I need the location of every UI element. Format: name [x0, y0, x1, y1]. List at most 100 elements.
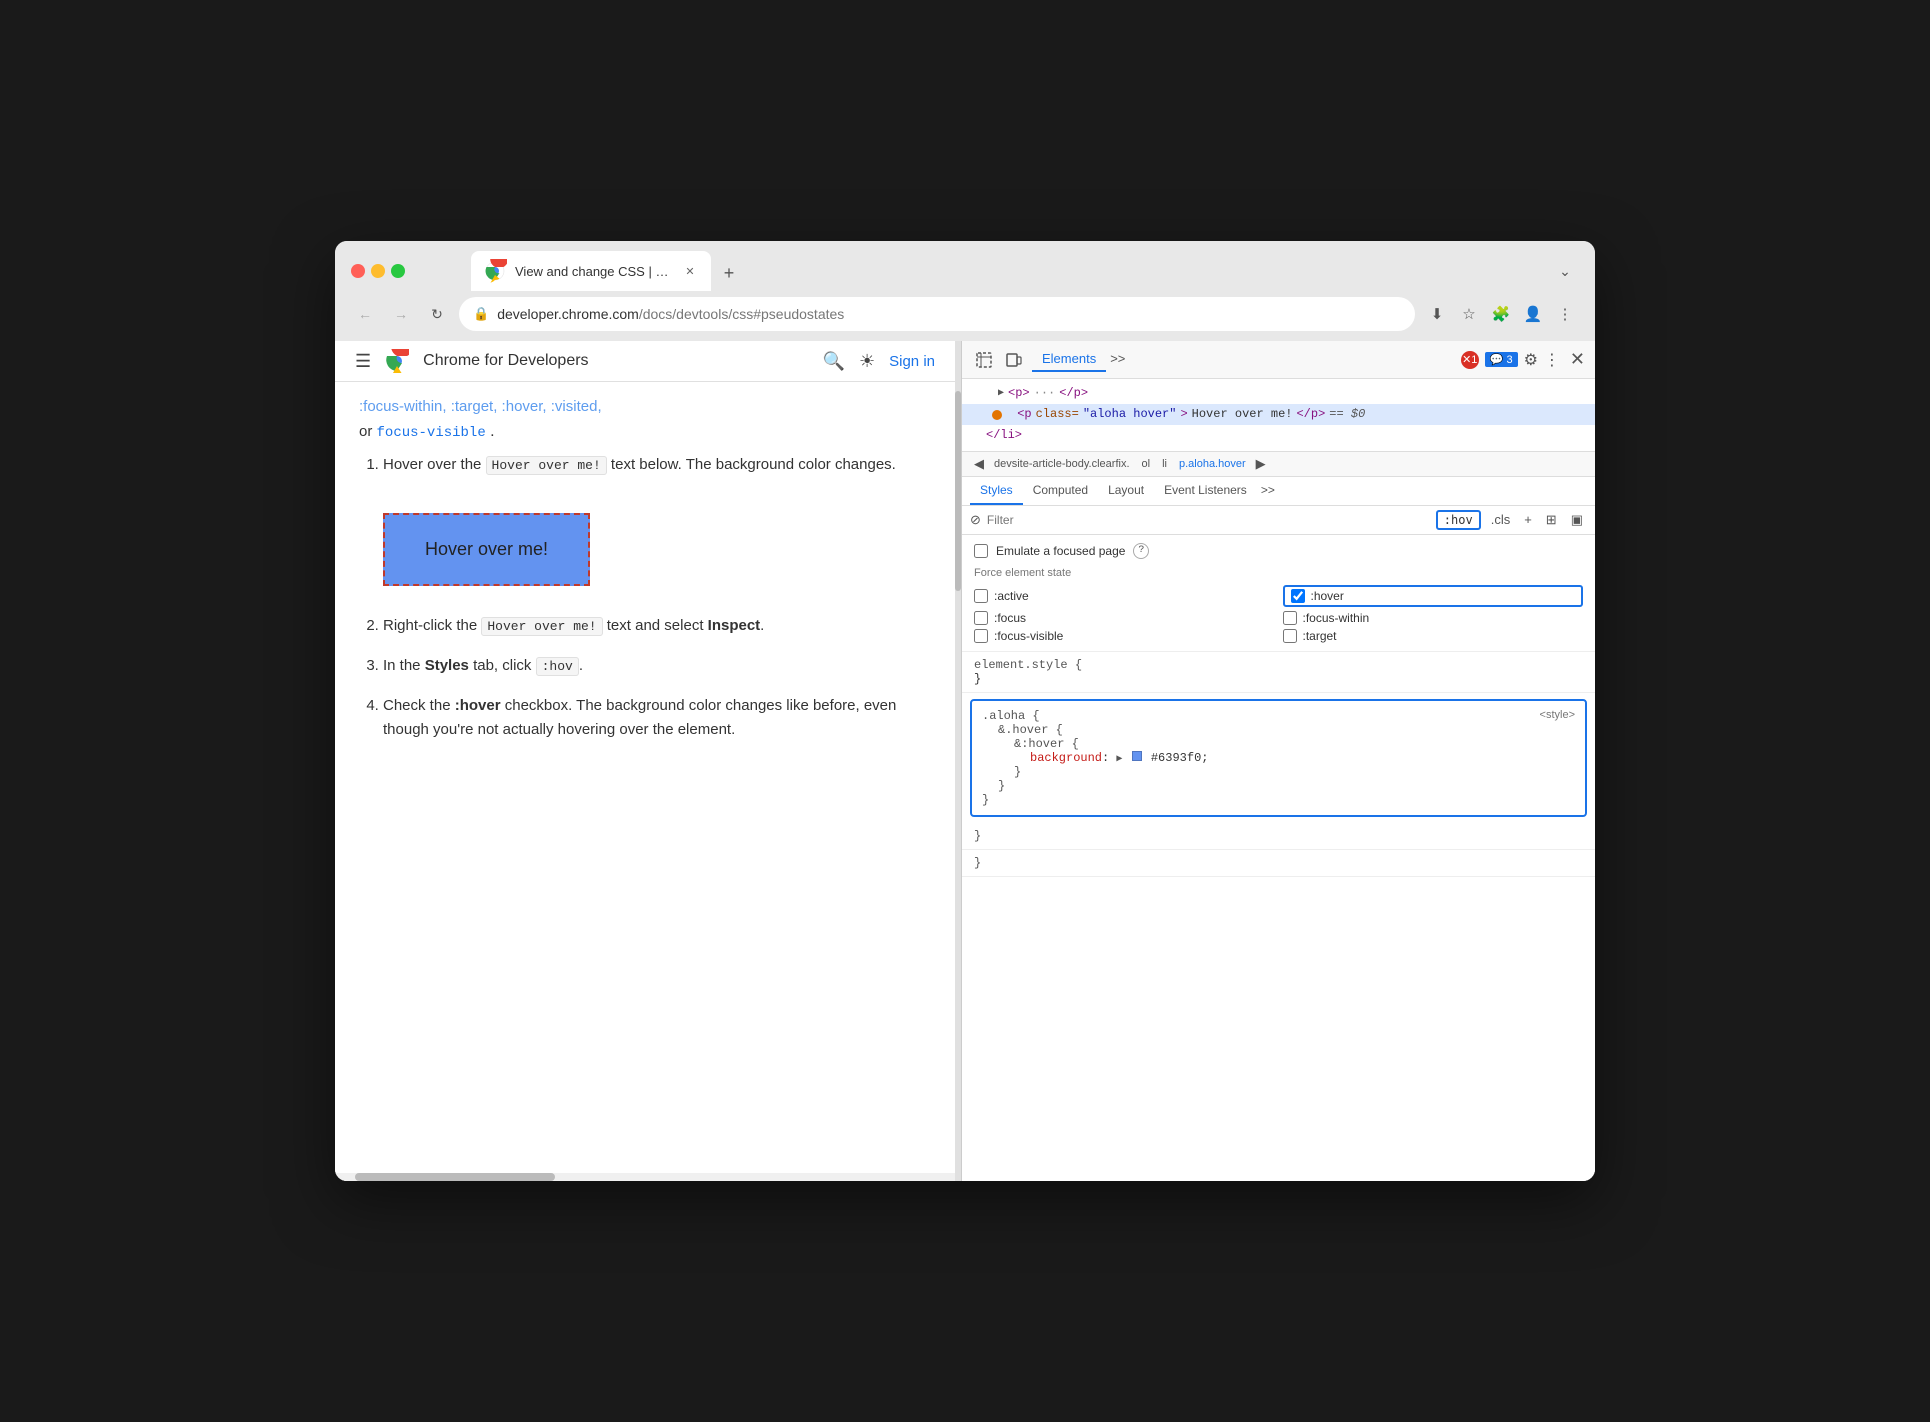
element-style-close: } [974, 672, 981, 686]
active-checkbox[interactable] [974, 589, 988, 603]
address-bar-row: ← → ↻ 🔒 developer.chrome.com/docs/devtoo… [335, 291, 1595, 341]
tab-styles[interactable]: Styles [970, 477, 1023, 505]
layout-editor-button[interactable]: ⊞ [1542, 510, 1561, 530]
focus-checkbox[interactable] [974, 611, 988, 625]
filter-input[interactable] [987, 513, 1430, 527]
error-badge[interactable]: ✕ 1 [1461, 351, 1479, 369]
tab-event-listeners[interactable]: Event Listeners [1154, 477, 1257, 505]
dom-close-tag: </p> [1059, 384, 1088, 403]
warning-count: 3 [1506, 354, 1512, 366]
inspect-bold: Inspect [708, 617, 761, 634]
faded-links-text: :focus-within, :target, :hover, :visited… [359, 398, 931, 415]
emulate-focused-page-checkbox[interactable] [974, 544, 988, 558]
devtools-toolbar: Elements >> ✕ 1 💬 3 ⚙ ⋮ ✕ [962, 341, 1595, 379]
focus-label: :focus [994, 611, 1026, 625]
breadcrumb-bar: ◀ devsite-article-body.clearfix. ol li p… [962, 452, 1595, 477]
state-focus-visible: :focus-visible [974, 629, 1275, 643]
tab-computed[interactable]: Computed [1023, 477, 1098, 505]
bottom-scrollbar[interactable] [335, 1173, 955, 1181]
aloha-rule-box: <style> .aloha { &.hover { &:hover { bac… [970, 699, 1587, 817]
hover-checkbox[interactable] [1291, 589, 1305, 603]
sidebar-button[interactable]: ▣ [1567, 510, 1587, 530]
element-style-rule: element.style { } [962, 652, 1595, 693]
orange-dot-indicator [992, 410, 1002, 420]
target-checkbox[interactable] [1283, 629, 1297, 643]
tab-layout[interactable]: Layout [1098, 477, 1154, 505]
focus-visible-code: focus-visible [377, 425, 486, 441]
emulate-focused-page-label: Emulate a focused page [996, 544, 1125, 558]
dom-li-close: </li> [986, 426, 1022, 445]
devtools-more-button[interactable]: ⋮ [1544, 350, 1560, 370]
dom-row[interactable]: ▶ <p> ··· </p> [962, 383, 1595, 404]
address-field[interactable]: 🔒 developer.chrome.com/docs/devtools/css… [459, 297, 1415, 331]
add-rule-button[interactable]: + [1520, 510, 1536, 529]
tab-elements[interactable]: Elements [1032, 347, 1106, 372]
breadcrumb-item-1[interactable]: ol [1138, 456, 1155, 472]
hamburger-icon[interactable]: ☰ [355, 351, 371, 372]
inspector-icon-button[interactable] [972, 348, 996, 372]
extra-close-1: } [962, 823, 1595, 850]
expand-triangle[interactable]: ▶ [1116, 754, 1122, 765]
active-tab[interactable]: View and change CSS | Chr… ✕ [471, 251, 711, 291]
hov-badge[interactable]: :hov [1436, 510, 1481, 530]
devtools-tabs: Elements >> [1032, 347, 1455, 372]
device-toolbar-button[interactable] [1002, 348, 1026, 372]
dom-row-selected[interactable]: <p class="aloha hover"> Hover over me! <… [962, 404, 1595, 425]
devtools-settings-button[interactable]: ⚙ [1524, 350, 1538, 370]
address-actions: ⬇ ☆ 🧩 👤 ⋮ [1423, 300, 1579, 328]
sign-in-button[interactable]: Sign in [889, 353, 935, 370]
bookmark-button[interactable]: ☆ [1455, 300, 1483, 328]
hover-code-1: Hover over me! [486, 456, 607, 475]
back-button[interactable]: ← [351, 300, 379, 328]
devtools-close-button[interactable]: ✕ [1570, 349, 1585, 370]
close-brace-1: } [974, 829, 981, 843]
property-colon: : [1102, 751, 1116, 765]
chrome-menu-button[interactable]: ⋮ [1551, 300, 1579, 328]
minimize-window-button[interactable] [371, 264, 385, 278]
styles-more-tabs[interactable]: >> [1257, 477, 1279, 505]
device-icon [1006, 352, 1022, 368]
color-value: #6393f0; [1144, 751, 1209, 765]
warning-badge[interactable]: 💬 3 [1485, 352, 1518, 367]
extensions-button[interactable]: 🧩 [1487, 300, 1515, 328]
help-icon[interactable]: ? [1133, 543, 1149, 559]
color-swatch[interactable] [1132, 751, 1142, 761]
dom-open-tag: <p [1017, 405, 1031, 424]
hover-demo-box[interactable]: Hover over me! [383, 513, 590, 586]
focus-within-checkbox[interactable] [1283, 611, 1297, 625]
tab-close-button[interactable]: ✕ [681, 262, 699, 280]
close-window-button[interactable] [351, 264, 365, 278]
site-search-button[interactable]: 🔍 [823, 351, 845, 372]
site-header: ☰ Chrome for Developers 🔍 ☀ Sign in [335, 341, 955, 382]
dom-expand-icon[interactable]: ▶ [998, 386, 1004, 402]
dom-row-li[interactable]: </li> [962, 425, 1595, 446]
more-tabs-button[interactable]: >> [1106, 347, 1129, 372]
maximize-window-button[interactable] [391, 264, 405, 278]
theme-toggle-button[interactable]: ☀ [859, 351, 875, 372]
breadcrumb-item-3[interactable]: p.aloha.hover [1175, 456, 1250, 472]
browser-window: View and change CSS | Chr… ✕ + ⌄ ← → ↻ 🔒… [335, 241, 1595, 1181]
tab-title: View and change CSS | Chr… [515, 264, 673, 279]
dom-tag-close: > [1180, 405, 1187, 424]
breadcrumb-right-arrow[interactable]: ▶ [1252, 456, 1270, 472]
styles-bold: Styles [425, 657, 469, 674]
dom-tag: <p> [1008, 384, 1030, 403]
site-name: Chrome for Developers [423, 352, 588, 370]
target-label: :target [1303, 629, 1337, 643]
style-source[interactable]: <style> [1540, 709, 1575, 721]
new-tab-button[interactable]: + [715, 259, 743, 287]
forward-button[interactable]: → [387, 300, 415, 328]
cls-button[interactable]: .cls [1487, 510, 1515, 529]
reload-button[interactable]: ↻ [423, 300, 451, 328]
breadcrumb-item-0[interactable]: devsite-article-body.clearfix. [990, 456, 1134, 472]
breadcrumb-left-arrow[interactable]: ◀ [970, 456, 988, 472]
error-count: 1 [1471, 354, 1477, 366]
focus-visible-checkbox[interactable] [974, 629, 988, 643]
dom-inner-text: Hover over me! [1192, 405, 1293, 424]
account-button[interactable]: 👤 [1519, 300, 1547, 328]
hover-pseudo-selector: &:hover { [982, 737, 1079, 751]
force-state-label: Force element state [974, 567, 1583, 579]
download-button[interactable]: ⬇ [1423, 300, 1451, 328]
breadcrumb-item-2[interactable]: li [1158, 456, 1171, 472]
tab-dropdown-button[interactable]: ⌄ [1551, 257, 1579, 285]
